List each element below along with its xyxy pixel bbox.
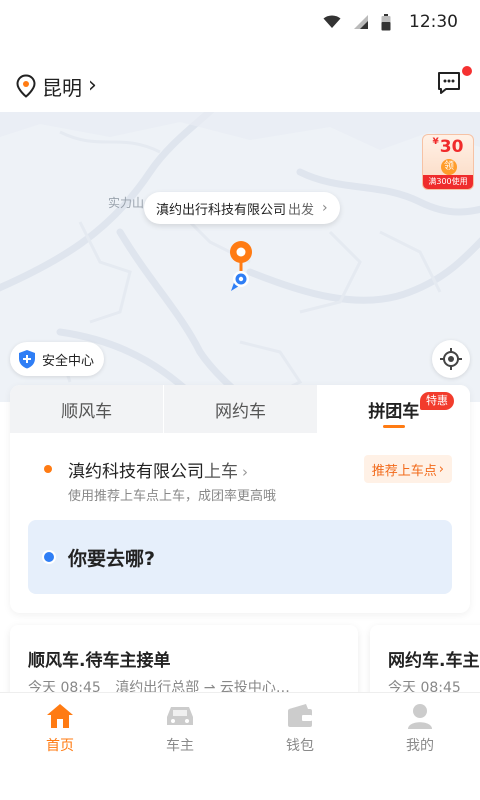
- order-title: 网约车.车主: [388, 651, 480, 671]
- status-bar: 12:30: [0, 0, 480, 44]
- chevron-right-icon: ›: [438, 461, 444, 477]
- pickup-location: 滇约科技有限公司上车 ›: [68, 457, 248, 482]
- crosshair-icon: [440, 348, 462, 370]
- recommend-pickup-button[interactable]: 推荐上车点 ›: [363, 455, 452, 483]
- order-title: 顺风车.待车主接单: [28, 651, 171, 671]
- destination-prompt: 你要去哪?: [68, 548, 156, 570]
- pickup-bubble-place: 滇约出行科技有限公司: [156, 202, 287, 218]
- service-tabs: 顺风车 网约车 拼团车: [10, 385, 470, 433]
- pickup-location-bubble[interactable]: 滇约出行科技有限公司 出发 ›: [144, 192, 340, 224]
- safety-center-label: 安全中心: [42, 353, 95, 369]
- pickup-suffix: 上车: [204, 462, 238, 482]
- shield-icon: [19, 350, 35, 369]
- promo-badge: 特惠: [420, 392, 454, 410]
- city-name: 昆明: [42, 75, 82, 100]
- coupon-currency: ¥: [432, 137, 439, 147]
- map-view[interactable]: 实力山 滇约出行科技有限公司 出发 › ¥30 领 满300使用 安全中心: [0, 112, 480, 402]
- battery-icon: [381, 13, 391, 30]
- cell-signal-icon: [354, 15, 368, 29]
- pickup-row[interactable]: 滇约科技有限公司上车 › 推荐上车点 ›: [10, 453, 470, 483]
- coupon-condition: 满300使用: [423, 175, 473, 189]
- city-selector[interactable]: 昆明 ›: [16, 72, 97, 101]
- wifi-icon: [323, 15, 341, 28]
- nav-profile[interactable]: 我的: [360, 693, 480, 763]
- clock: 12:30: [409, 12, 458, 32]
- coupon-value: 30: [439, 137, 464, 157]
- coupon-claim-label: 领: [441, 159, 457, 175]
- coupon-badge[interactable]: ¥30 领 满300使用: [422, 134, 474, 190]
- chevron-right-icon: ›: [88, 73, 97, 98]
- tab-label: 顺风车: [61, 401, 113, 422]
- nav-label: 车主: [166, 738, 194, 754]
- recommend-pickup-label: 推荐上车点: [371, 463, 437, 479]
- map-area-label: 实力山: [108, 196, 145, 210]
- tab-shunfeng[interactable]: 顺风车: [10, 385, 164, 433]
- pickup-bubble-suffix: 出发: [288, 202, 315, 218]
- message-button[interactable]: [436, 66, 472, 100]
- location-pin-icon: [16, 74, 36, 98]
- pickup-pin-icon: [230, 241, 252, 291]
- safety-center-button[interactable]: 安全中心: [10, 342, 105, 376]
- nav-wallet[interactable]: 钱包: [240, 693, 360, 763]
- tab-wangyue[interactable]: 网约车: [163, 385, 317, 433]
- chevron-right-icon: ›: [322, 200, 328, 216]
- booking-card: 顺风车 网约车 拼团车 特惠 滇约科技有限公司上车 › 推荐上车点 › 使用推荐上车…: [10, 385, 470, 613]
- chevron-right-icon: ›: [242, 463, 248, 481]
- nav-label: 首页: [46, 738, 74, 754]
- profile-icon: [408, 704, 432, 729]
- coupon-amount: ¥30: [423, 137, 473, 157]
- unread-dot: [462, 66, 472, 76]
- message-icon: [438, 72, 460, 94]
- pickup-dot-icon: [44, 465, 52, 473]
- locate-button[interactable]: [432, 340, 470, 378]
- header: 昆明 ›: [0, 60, 480, 112]
- pickup-hint: 使用推荐上车点上车，成团率更高哦: [68, 489, 277, 504]
- tab-label: 网约车: [214, 401, 266, 422]
- nav-home[interactable]: 首页: [0, 693, 120, 763]
- nav-label: 钱包: [286, 738, 314, 754]
- destination-dot-icon: [42, 550, 56, 564]
- destination-input[interactable]: 你要去哪?: [28, 520, 452, 594]
- active-tab-indicator: [382, 425, 405, 428]
- tab-label: 拼团车: [368, 401, 420, 422]
- bottom-nav: 首页 车主 钱包 我的: [0, 692, 480, 800]
- pickup-place: 滇约科技有限公司: [68, 462, 204, 482]
- wallet-icon: [288, 704, 312, 727]
- nav-driver[interactable]: 车主: [120, 693, 240, 763]
- car-icon: [167, 707, 193, 725]
- nav-label: 我的: [406, 738, 434, 754]
- home-icon: [47, 704, 73, 728]
